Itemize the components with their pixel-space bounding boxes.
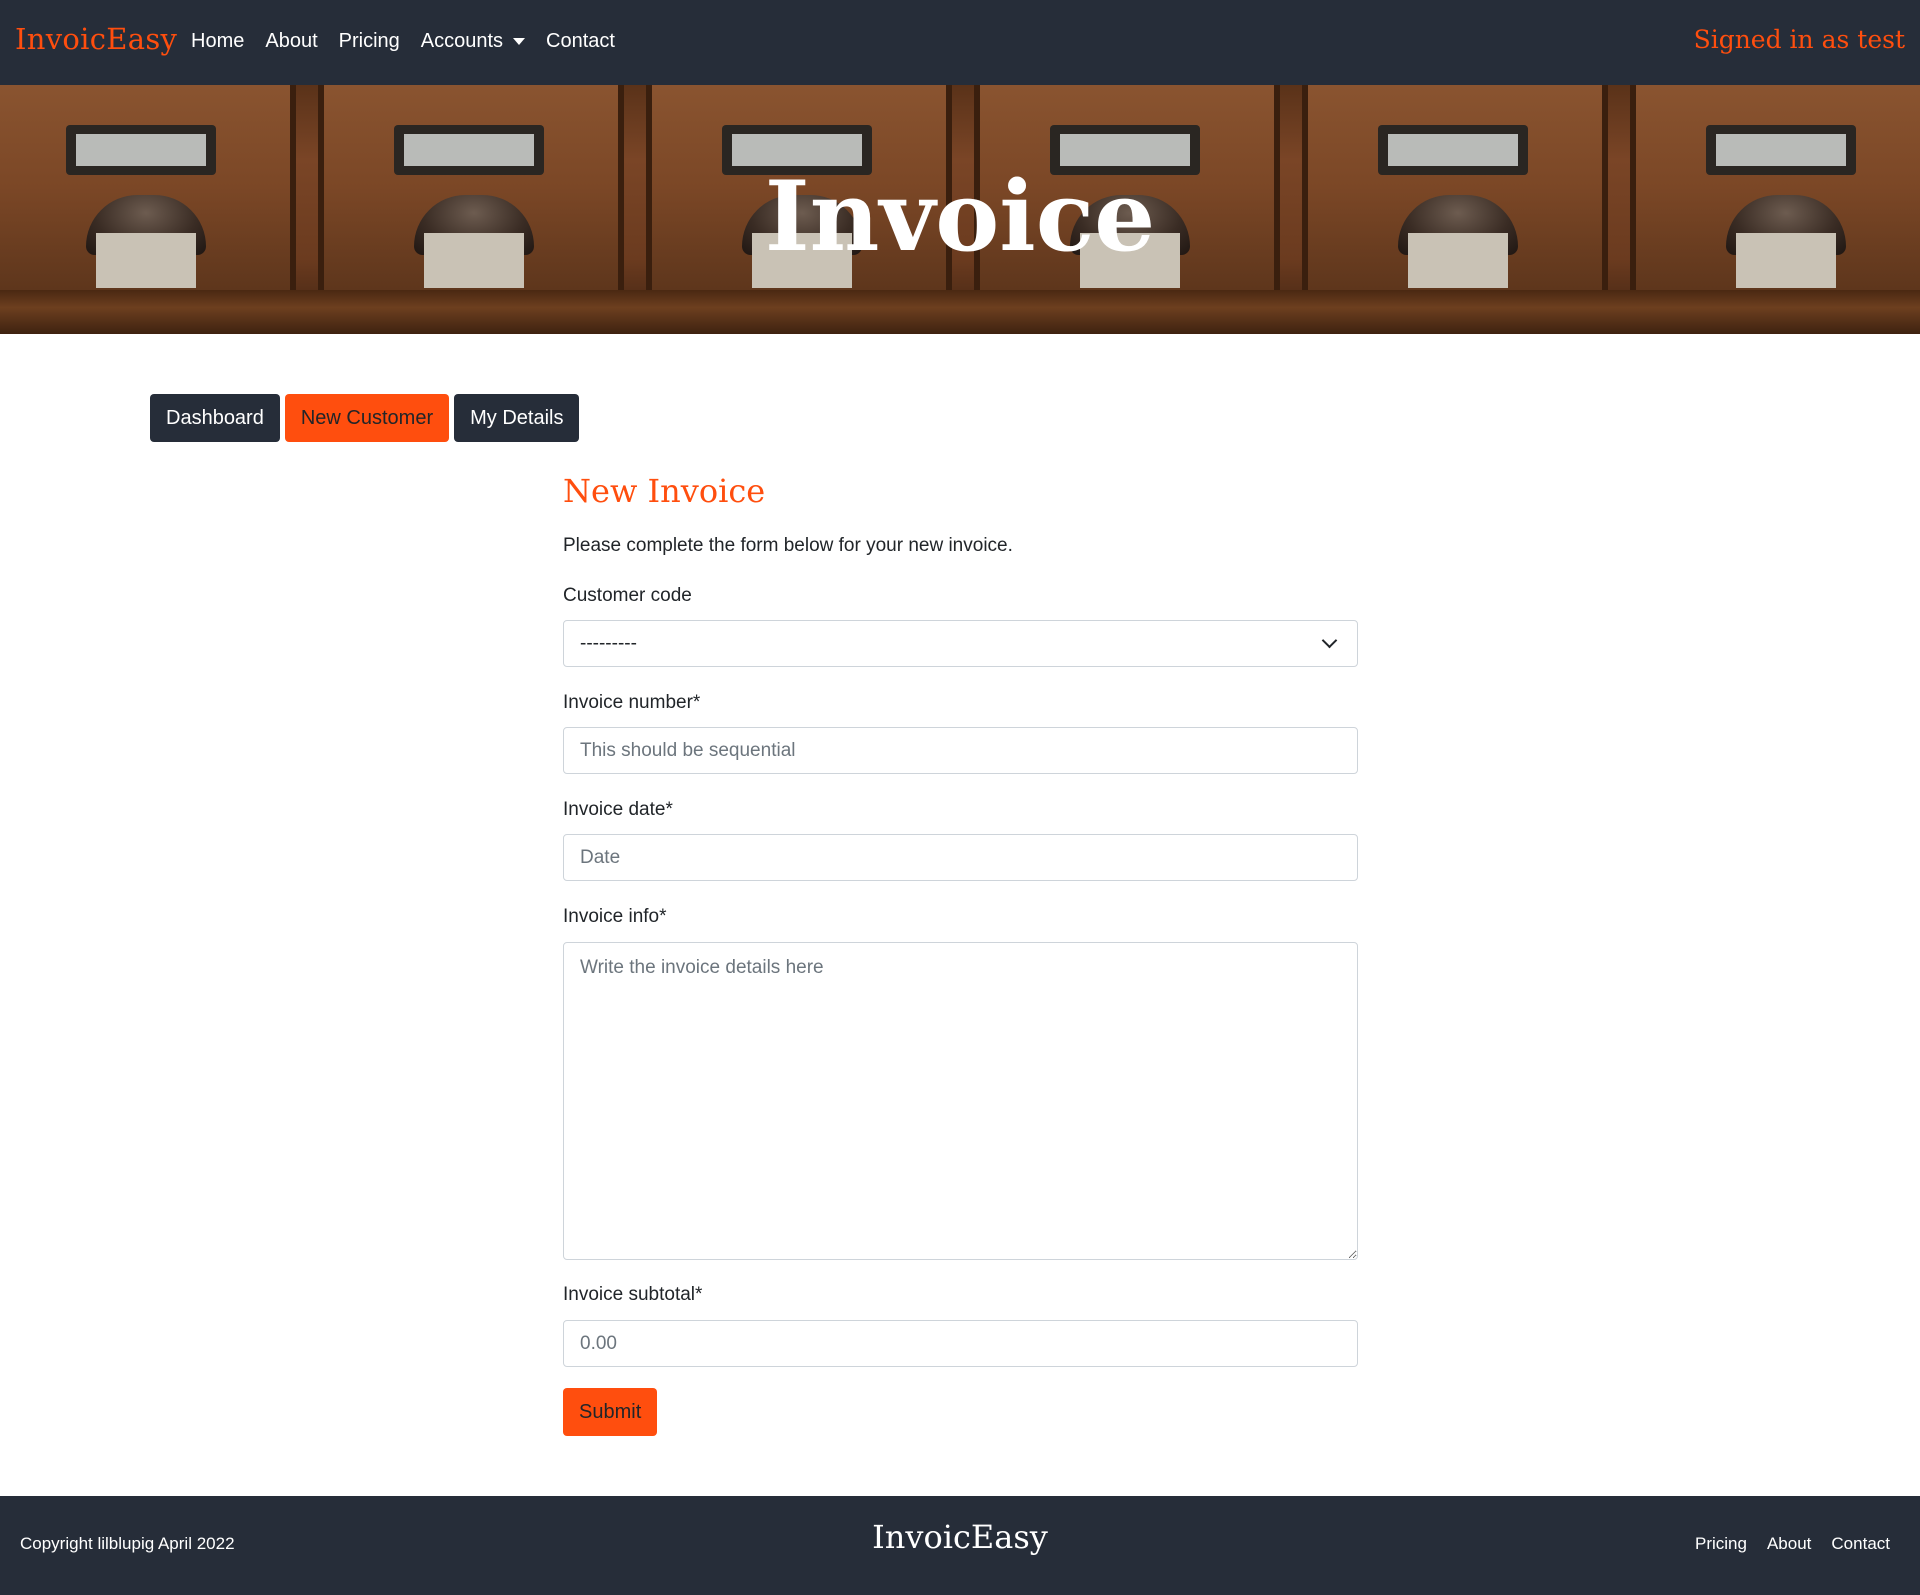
invoice-info-textarea[interactable]: [563, 942, 1358, 1260]
hero-banner: Invoice: [0, 85, 1920, 334]
invoice-number-input[interactable]: [563, 727, 1358, 774]
new-invoice-form: New Invoice Please complete the form bel…: [563, 472, 1358, 1436]
nav-pricing-link[interactable]: Pricing: [339, 30, 400, 53]
invoice-info-label: Invoice info*: [563, 906, 667, 927]
my-details-button[interactable]: My Details: [454, 394, 580, 442]
nav-accounts-dropdown[interactable]: Accounts: [420, 30, 526, 53]
footer-contact-link[interactable]: Contact: [1831, 1534, 1890, 1554]
signed-in-status[interactable]: Signed in as test: [1694, 25, 1905, 54]
nav-links: Home About Pricing Accounts Contact: [191, 30, 636, 53]
invoice-subtotal-label: Invoice subtotal*: [563, 1284, 703, 1305]
submit-button[interactable]: Submit: [563, 1388, 658, 1436]
brand-logo[interactable]: InvoicEasy: [15, 22, 177, 56]
footer-links: Pricing About Contact: [1695, 1534, 1890, 1554]
dashboard-button[interactable]: Dashboard: [150, 394, 280, 442]
top-navbar: InvoicEasy Home About Pricing Accounts C…: [0, 0, 1920, 85]
footer-about-link[interactable]: About: [1767, 1534, 1811, 1554]
form-title: New Invoice: [563, 472, 766, 510]
nav-about-link[interactable]: About: [265, 30, 317, 53]
hero-title: Invoice: [764, 160, 1156, 273]
site-footer: Copyright lilblupig April 2022 InvoicEas…: [0, 1496, 1920, 1595]
invoice-subtotal-input[interactable]: [563, 1320, 1358, 1367]
form-intro: Please complete the form below for your …: [563, 535, 1013, 556]
caret-down-icon: [513, 38, 526, 45]
new-customer-button[interactable]: New Customer: [284, 394, 450, 442]
invoice-number-label: Invoice number*: [563, 692, 701, 713]
customer-code-label: Customer code: [563, 585, 692, 606]
chevron-down-icon: [1321, 632, 1338, 649]
footer-brand: InvoicEasy: [872, 1518, 1048, 1556]
footer-pricing-link[interactable]: Pricing: [1695, 1534, 1747, 1554]
customer-code-select[interactable]: ---------: [563, 620, 1358, 667]
invoice-date-label: Invoice date*: [563, 799, 673, 820]
hero-rail: [0, 290, 1920, 334]
footer-copyright: Copyright lilblupig April 2022: [20, 1534, 235, 1553]
nav-accounts-label: Accounts: [420, 30, 504, 52]
invoice-date-input[interactable]: [563, 834, 1358, 881]
account-subnav: Dashboard New Customer My Details: [150, 394, 580, 442]
nav-home-link[interactable]: Home: [191, 30, 244, 53]
nav-contact-link[interactable]: Contact: [546, 30, 615, 53]
customer-code-value: ---------: [580, 632, 637, 654]
